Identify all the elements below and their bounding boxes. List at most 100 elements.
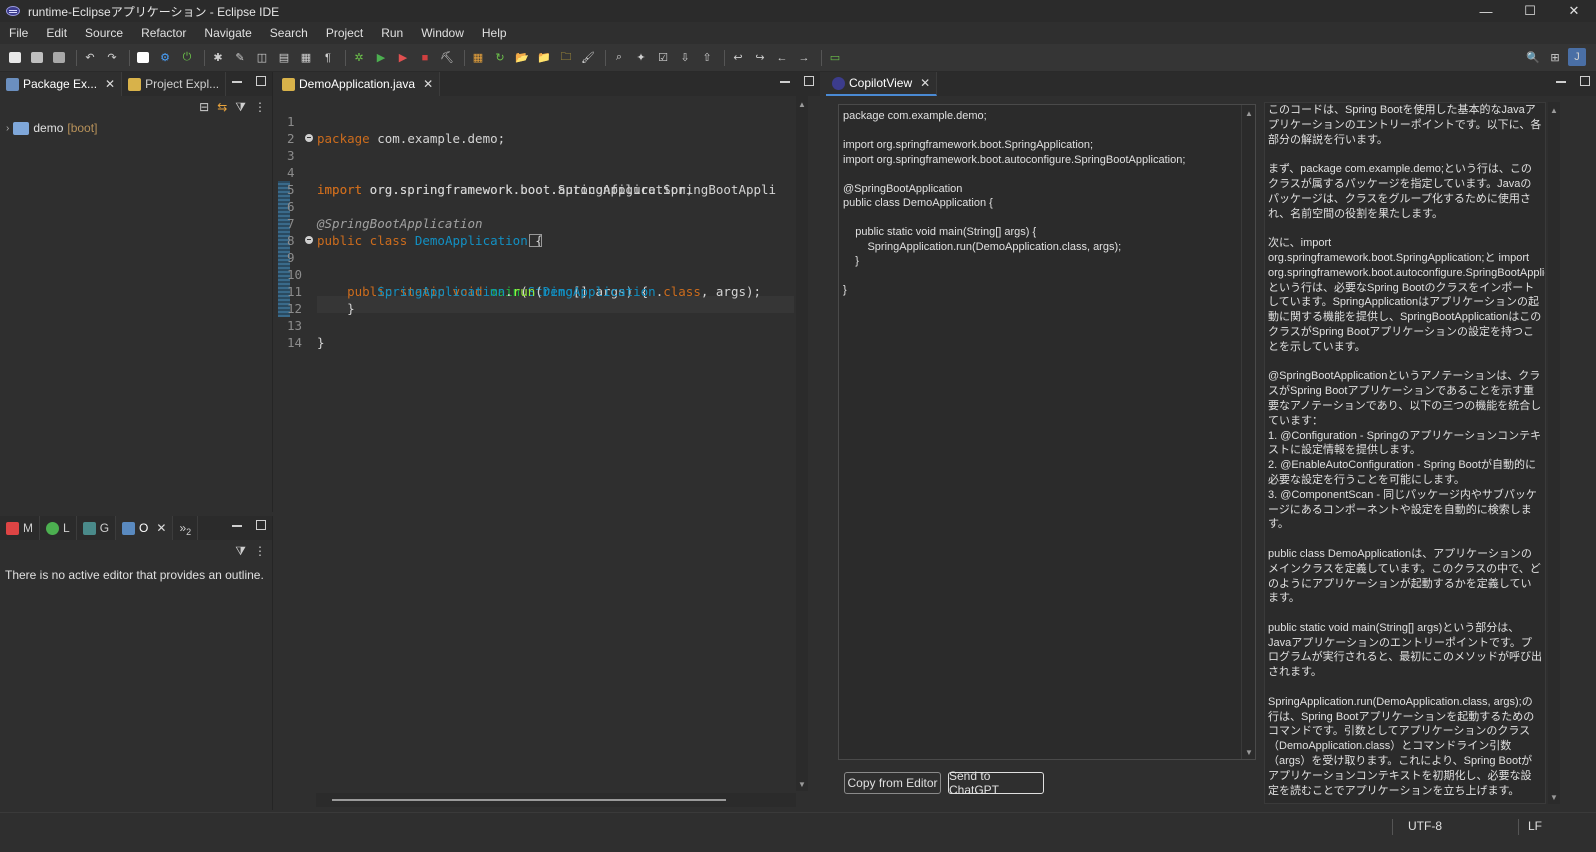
open-perspective-icon[interactable]: ⊞ xyxy=(1546,48,1564,66)
explanation-textarea[interactable]: このコードは、Spring Bootを使用した基本的なJavaアプリケーションの… xyxy=(1264,102,1546,804)
fold-icon[interactable] xyxy=(305,134,313,142)
window-maximize-button[interactable]: ☐ xyxy=(1508,0,1552,22)
redo-icon[interactable]: ↷ xyxy=(103,49,121,67)
menu-edit[interactable]: Edit xyxy=(37,22,76,44)
code-editor[interactable]: 1 package com.example.demo; 2 3 import o… xyxy=(278,96,794,791)
menu-refactor[interactable]: Refactor xyxy=(132,22,195,44)
tab-close-icon[interactable]: ✕ xyxy=(920,76,930,90)
tab-outline[interactable]: O ✕ xyxy=(116,516,174,540)
menu-file[interactable]: File xyxy=(0,22,37,44)
send-to-chatgpt-button[interactable]: Send to ChatGPT xyxy=(948,769,1044,797)
new-icon[interactable] xyxy=(6,49,24,67)
editor-horizontal-scrollbar[interactable] xyxy=(316,793,796,807)
scroll-down-icon[interactable]: ▼ xyxy=(798,780,806,789)
editor-vertical-scrollbar[interactable]: ▲ ▼ xyxy=(796,96,808,791)
menu-source[interactable]: Source xyxy=(76,22,132,44)
stop-icon[interactable]: ■ xyxy=(416,49,434,67)
task-icon[interactable]: ✦ xyxy=(632,49,650,67)
settings-icon[interactable]: ⚙ xyxy=(156,49,174,67)
link-with-editor-icon[interactable]: ⇆ xyxy=(217,100,227,114)
java-perspective-icon[interactable]: J xyxy=(1568,48,1586,66)
tree-item[interactable]: › demo [boot] xyxy=(0,118,272,138)
collapse-all-icon[interactable]: ⊟ xyxy=(199,100,209,114)
scroll-down-icon[interactable]: ▼ xyxy=(1550,793,1558,802)
tab-project-explorer[interactable]: Project Expl... xyxy=(122,72,227,96)
open-folder-icon[interactable]: 📂 xyxy=(513,49,531,67)
tab-copilot-view[interactable]: CopilotView ✕ xyxy=(826,72,938,96)
forward-edit-icon[interactable]: ↪ xyxy=(751,49,769,67)
minimize-icon[interactable] xyxy=(780,81,790,83)
scroll-up-icon[interactable]: ▲ xyxy=(798,100,806,109)
terminal-icon[interactable] xyxy=(134,49,152,67)
debug-icon[interactable]: ✱ xyxy=(209,49,227,67)
refresh-icon[interactable]: ↻ xyxy=(491,49,509,67)
filter-icon[interactable]: ⧩ xyxy=(235,100,246,115)
block-selection-icon[interactable]: ▤ xyxy=(275,49,293,67)
open-type-icon[interactable]: 📁 xyxy=(535,49,553,67)
toolbar-search-icon[interactable]: 🔍 xyxy=(1524,48,1542,66)
debug-run-icon[interactable]: ✲ xyxy=(350,49,368,67)
show-whitespace-icon[interactable]: ¶ xyxy=(319,49,337,67)
line-ending-status[interactable]: LF xyxy=(1528,819,1542,833)
search-files-icon[interactable]: ⌕ xyxy=(610,49,628,67)
fold-icon[interactable] xyxy=(305,236,313,244)
word-wrap-icon[interactable]: ▦ xyxy=(297,49,315,67)
tab-demo-application-java[interactable]: DemoApplication.java ✕ xyxy=(276,72,441,96)
last-edit-icon[interactable]: ↩ xyxy=(729,49,747,67)
menu-project[interactable]: Project xyxy=(317,22,372,44)
scroll-down-icon[interactable]: ▼ xyxy=(1245,748,1253,757)
menu-window[interactable]: Window xyxy=(412,22,473,44)
mark-occurrences-icon[interactable]: ◫ xyxy=(253,49,271,67)
scroll-up-icon[interactable]: ▲ xyxy=(1245,109,1253,118)
spring-boot-icon[interactable]: ⏻ xyxy=(178,49,196,67)
maximize-icon[interactable] xyxy=(256,76,266,86)
run-icon[interactable]: ▶ xyxy=(372,49,390,67)
source-code-textarea[interactable]: package com.example.demo; import org.spr… xyxy=(838,104,1256,760)
view-menu-icon[interactable]: ⋮ xyxy=(254,100,266,114)
textarea-scrollbar[interactable]: ▲ ▼ xyxy=(1241,105,1255,759)
scroll-up-icon[interactable]: ▲ xyxy=(1550,106,1558,115)
forward-icon[interactable]: → xyxy=(795,49,813,67)
explanation-scrollbar[interactable]: ▲ ▼ xyxy=(1548,102,1560,804)
minimize-icon[interactable] xyxy=(232,81,242,83)
minimize-icon[interactable] xyxy=(232,525,242,527)
window-minimize-button[interactable]: — xyxy=(1464,0,1508,22)
save-all-icon[interactable] xyxy=(50,49,68,67)
filter-icon[interactable]: ⧩ xyxy=(235,544,246,559)
build-icon[interactable]: ⛏ xyxy=(438,49,456,67)
copy-from-editor-button[interactable]: Copy from Editor xyxy=(844,772,941,794)
maximize-icon[interactable] xyxy=(1580,76,1590,86)
window-close-button[interactable]: ✕ xyxy=(1552,0,1596,22)
back-icon[interactable]: ← xyxy=(773,49,791,67)
tab-close-icon[interactable]: ✕ xyxy=(423,77,433,91)
encoding-status[interactable]: UTF-8 xyxy=(1408,819,1442,833)
minimize-icon[interactable] xyxy=(1556,81,1566,83)
maximize-icon[interactable] xyxy=(804,76,814,86)
menu-navigate[interactable]: Navigate xyxy=(195,22,260,44)
open-resource-icon[interactable]: 🗀 xyxy=(557,49,575,67)
save-icon[interactable] xyxy=(28,49,46,67)
brush-icon[interactable]: 🖌 xyxy=(579,49,597,67)
tab-package-explorer[interactable]: Package Ex... ✕ xyxy=(0,72,123,96)
maximize-icon[interactable] xyxy=(256,520,266,530)
tab-close-icon[interactable]: ✕ xyxy=(156,521,166,535)
tab-gradle[interactable]: G xyxy=(77,516,117,540)
view-menu-icon[interactable]: ⋮ xyxy=(254,544,266,558)
chevron-right-icon[interactable]: › xyxy=(6,123,9,134)
run-external-icon[interactable]: ▶ xyxy=(394,49,412,67)
annotation-icon[interactable]: ☑ xyxy=(654,49,672,67)
next-annotation-icon[interactable]: ⇩ xyxy=(676,49,694,67)
tab-overflow[interactable]: » 2 xyxy=(173,516,199,540)
menu-run[interactable]: Run xyxy=(372,22,412,44)
new-package-icon[interactable]: ▦ xyxy=(469,49,487,67)
tab-close-icon[interactable]: ✕ xyxy=(105,77,115,91)
tab-launch[interactable]: L xyxy=(40,516,77,540)
open-console-icon[interactable]: ▭ xyxy=(826,49,844,67)
undo-icon[interactable]: ↶ xyxy=(81,49,99,67)
tab-markers[interactable]: M xyxy=(0,516,40,540)
code-line: 6 @SpringBootApplication xyxy=(278,181,794,231)
pen-icon[interactable]: ✎ xyxy=(231,49,249,67)
menu-search[interactable]: Search xyxy=(261,22,317,44)
menu-help[interactable]: Help xyxy=(473,22,516,44)
prev-annotation-icon[interactable]: ⇧ xyxy=(698,49,716,67)
